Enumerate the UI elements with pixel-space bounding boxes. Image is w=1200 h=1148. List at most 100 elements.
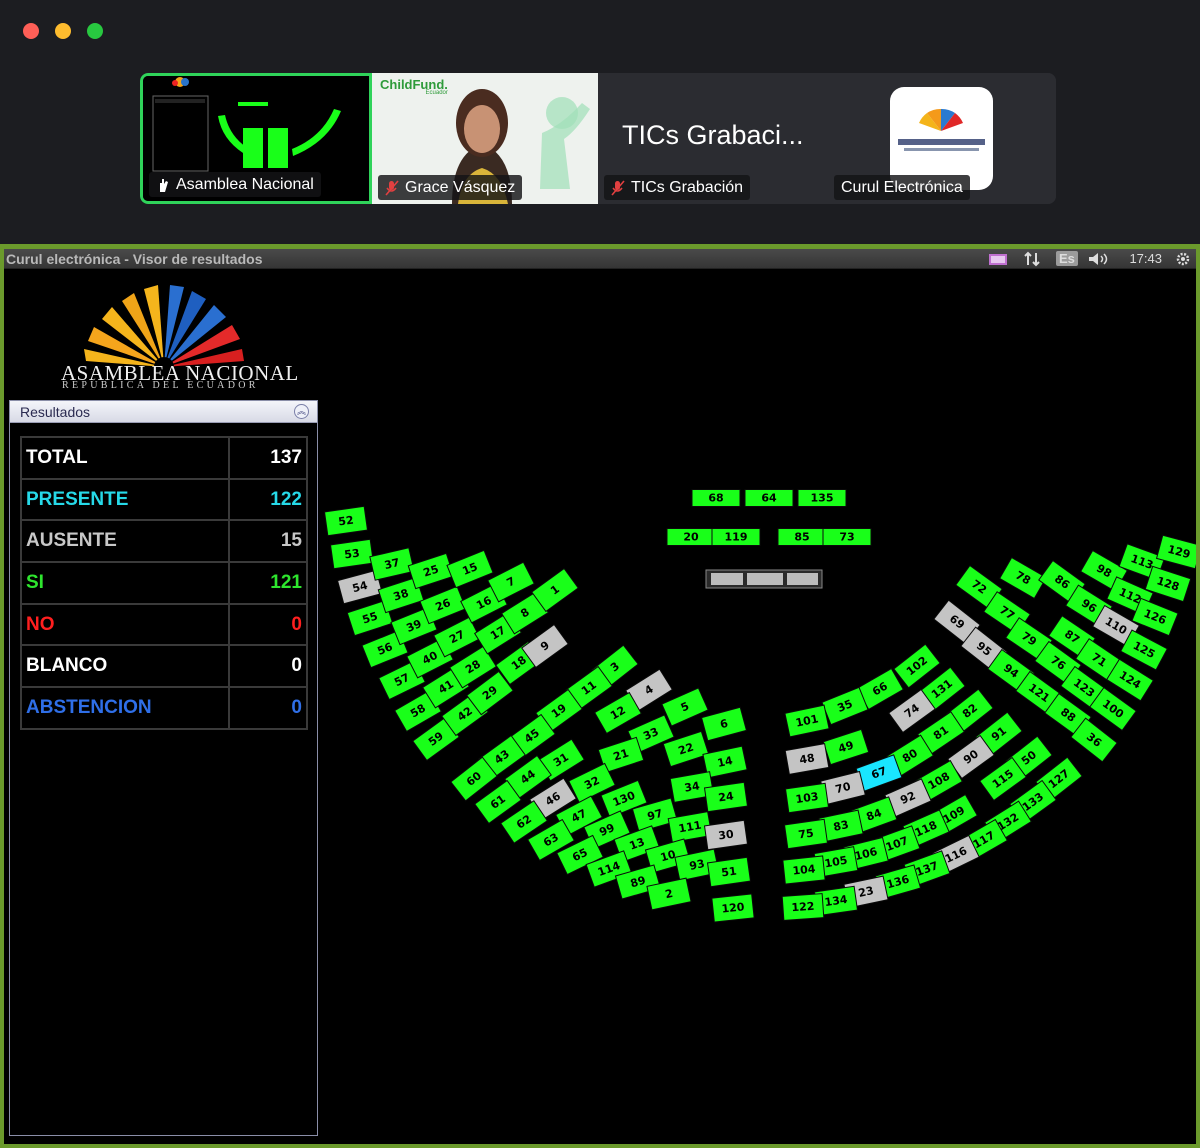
results-panel-header[interactable]: Resultados ︽ xyxy=(10,401,317,423)
participant-name: Grace Vásquez xyxy=(405,179,516,196)
seat-number: 30 xyxy=(718,827,735,842)
seat-35[interactable]: 35 xyxy=(821,686,869,726)
seat-104[interactable]: 104 xyxy=(782,855,826,885)
seat-85[interactable]: 85 xyxy=(777,528,827,546)
participant-tile-grace[interactable]: ChildFund. Ecuador Grace Vásquez xyxy=(372,73,598,204)
seat-68[interactable]: 68 xyxy=(691,489,741,507)
result-value: 0 xyxy=(228,602,308,647)
gear-icon[interactable] xyxy=(1174,251,1192,267)
result-label: NO xyxy=(20,602,230,647)
participant-name-tag: TICs Grabación xyxy=(604,175,751,200)
result-value: 0 xyxy=(228,686,308,730)
participant-strip: Asamblea Nacional ChildFund. Ecuador Grac… xyxy=(140,73,1056,204)
participant-tile-curul[interactable]: Curul Electrónica xyxy=(828,73,1056,204)
results-row-abstencion: ABSTENCION 0 xyxy=(20,686,308,730)
seat-119[interactable]: 119 xyxy=(711,528,761,546)
results-panel-title: Resultados xyxy=(20,404,91,420)
shared-screen: Curul electrónica - Visor de resultados … xyxy=(0,244,1200,1148)
seat-6[interactable]: 6 xyxy=(700,706,748,742)
seat-48[interactable]: 48 xyxy=(784,743,830,775)
seat-number: 120 xyxy=(721,900,746,915)
seat-number: 135 xyxy=(811,492,834,505)
system-clock[interactable]: 17:43 xyxy=(1129,251,1162,266)
volume-icon[interactable] xyxy=(1087,251,1111,267)
participant-name: TICs Grabación xyxy=(631,179,744,196)
seat-25[interactable]: 25 xyxy=(407,552,455,590)
participant-name: Asamblea Nacional xyxy=(176,176,314,193)
zoom-meeting-window: Asamblea Nacional ChildFund. Ecuador Grac… xyxy=(0,0,1200,1148)
seat-30[interactable]: 30 xyxy=(703,819,749,851)
result-label: TOTAL xyxy=(20,436,230,480)
participant-tile-asamblea[interactable]: Asamblea Nacional xyxy=(140,73,372,204)
seat-49[interactable]: 49 xyxy=(822,728,870,766)
seat-number: 75 xyxy=(798,826,815,841)
seat-number: 34 xyxy=(683,779,701,795)
seat-number: 122 xyxy=(791,900,815,915)
mic-muted-icon xyxy=(385,179,399,196)
seat-number: 73 xyxy=(839,531,854,544)
seat-135[interactable]: 135 xyxy=(797,489,847,507)
result-value: 122 xyxy=(228,477,308,522)
seat-51[interactable]: 51 xyxy=(706,856,752,888)
results-panel: Resultados ︽ TOTAL 137 PRESENTE 122 AUSENTE 1… xyxy=(9,400,318,1136)
results-row-total: TOTAL 137 xyxy=(20,436,308,480)
seat-number: 52 xyxy=(338,513,355,528)
participant-name-tag: Grace Vásquez xyxy=(378,175,523,200)
seat-number: 51 xyxy=(721,864,738,879)
result-value: 0 xyxy=(228,644,308,689)
childfund-logo: ChildFund. Ecuador xyxy=(380,77,448,96)
participant-video-off-title: TICs Grabaci... xyxy=(622,120,804,150)
close-window-button[interactable] xyxy=(23,23,39,39)
zoom-window-button[interactable] xyxy=(87,23,103,39)
seat-64[interactable]: 64 xyxy=(744,489,794,507)
results-row-blanco: BLANCO 0 xyxy=(20,644,308,689)
seat-15[interactable]: 15 xyxy=(446,549,494,589)
seat-53[interactable]: 53 xyxy=(329,538,375,570)
result-label: PRESENTE xyxy=(20,477,230,522)
seat-37[interactable]: 37 xyxy=(369,547,415,581)
seat-75[interactable]: 75 xyxy=(783,818,829,850)
result-value: 15 xyxy=(228,519,308,564)
seat-103[interactable]: 103 xyxy=(784,782,830,814)
network-icon[interactable] xyxy=(1022,251,1042,267)
seat-52[interactable]: 52 xyxy=(323,505,369,537)
seat-20[interactable]: 20 xyxy=(666,528,716,546)
seat-number: 64 xyxy=(761,492,777,505)
seat-26[interactable]: 26 xyxy=(419,585,467,625)
seat-number: 48 xyxy=(798,751,815,766)
linux-top-bar: Curul electrónica - Visor de resultados … xyxy=(4,249,1196,269)
participant-name-tag: Asamblea Nacional xyxy=(149,172,321,197)
result-value: 121 xyxy=(228,561,308,605)
minimize-window-button[interactable] xyxy=(55,23,71,39)
seat-122[interactable]: 122 xyxy=(781,893,825,921)
participant-tile-tics[interactable]: TICs Grabaci... TICs Grabación xyxy=(598,73,828,204)
collapse-icon[interactable]: ︽ xyxy=(294,404,309,419)
seat-number: 85 xyxy=(794,531,809,544)
mic-muted-icon xyxy=(611,179,625,196)
keyboard-layout-indicator[interactable]: Es xyxy=(1056,251,1078,266)
results-row-no: NO 0 xyxy=(20,602,308,647)
seat-126[interactable]: 126 xyxy=(1131,597,1179,637)
mail-icon[interactable] xyxy=(987,251,1009,267)
seat-73[interactable]: 73 xyxy=(822,528,872,546)
results-row-ausente: AUSENTE 15 xyxy=(20,519,308,564)
presidium-seat xyxy=(711,573,743,585)
window-title: Curul electrónica - Visor de resultados xyxy=(6,251,263,267)
raised-hand-icon xyxy=(160,178,168,192)
seat-78[interactable]: 78 xyxy=(998,556,1048,600)
presidium-seat xyxy=(747,573,783,585)
brand-subtitle: REPÚBLICA DEL ECUADOR xyxy=(62,380,259,391)
seat-5[interactable]: 5 xyxy=(661,687,709,727)
seat-24[interactable]: 24 xyxy=(703,781,749,813)
result-value: 137 xyxy=(228,436,308,480)
result-label: BLANCO xyxy=(20,644,230,689)
result-label: ABSTENCION xyxy=(20,686,230,730)
seat-number: 104 xyxy=(792,862,817,877)
presidium-seat xyxy=(787,573,818,585)
seat-120[interactable]: 120 xyxy=(711,893,755,923)
participant-name-tag: Curul Electrónica xyxy=(834,175,970,200)
result-label: SI xyxy=(20,561,230,605)
seat-101[interactable]: 101 xyxy=(784,704,830,738)
seat-number: 24 xyxy=(718,789,735,804)
result-label: AUSENTE xyxy=(20,519,230,564)
